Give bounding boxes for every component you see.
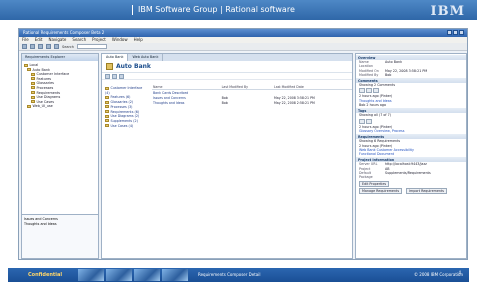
edit-tag-icon[interactable] [366,118,372,124]
folder-icon [105,110,109,114]
folder-icon [24,63,28,67]
menu-help[interactable]: Help [134,37,143,43]
print-icon[interactable] [38,44,43,49]
tags-toolbar [356,118,466,125]
menu-window[interactable]: Window [112,37,128,43]
folder-icon [31,86,35,90]
confidential-label: Confidential [28,272,63,278]
edit-properties-button[interactable]: Edit Properties [359,180,390,187]
menu-navigate[interactable]: Navigate [48,37,66,43]
artifact-table: Name Last Modified By Last Modified Date… [152,84,352,105]
footer-photo [162,269,188,281]
folder-icon [105,124,109,128]
editor-area: Auto Bank Web Auto Bank Auto Bank Custom… [101,53,353,259]
manage-requirements-button[interactable]: Manage Requirements [359,187,403,194]
delete-icon[interactable] [373,88,379,94]
comments-toolbar [356,87,466,94]
folder-icon [105,95,109,99]
save-icon[interactable] [30,44,35,49]
new-icon[interactable] [22,44,27,49]
folder-icon [105,119,109,123]
menu-project[interactable]: Project [92,37,106,43]
requirements-explorer: Requirements Explorer Local Auto Bank Cu… [21,53,99,259]
footer-photo [78,269,104,281]
folder-icon [105,114,109,118]
tab-auto-bank[interactable]: Auto Bank [102,54,129,61]
folder-icon [31,100,35,104]
editor-header: Auto Bank [102,61,352,73]
artifact-name[interactable]: Bank Cards Described [153,91,188,95]
folder-icon [27,104,31,108]
folder-icon [31,81,35,85]
footer-title: Requirements Composer Detail [198,272,261,277]
folder-item[interactable]: Customer Interface (4) [105,86,145,95]
project-icon [106,63,113,70]
table-row[interactable]: Thoughts and Ideas Bob May 22, 2008 2:58… [152,100,352,105]
editor-toolbar [102,73,352,80]
window-titlebar: Rational Requirements Composer Beta 2 [19,29,467,37]
slide-header-title: IBM Software Group | Rational software [138,5,295,14]
editor-title: Auto Bank [116,63,151,70]
requirement-link[interactable]: Functional Document [356,152,466,156]
menu-file[interactable]: File [22,37,29,43]
folder-icon [31,77,35,81]
new-artifact-icon[interactable] [105,74,110,79]
tag-link[interactable]: Glossary Overview, Process [356,129,466,133]
tab-web-auto-bank[interactable]: Web Auto Bank [128,54,164,61]
main-toolbar: Search [19,43,467,51]
ibm-logo: IBM [430,4,465,19]
slide-footer: Confidential Requirements Composer Detai… [8,268,469,282]
add-tag-icon[interactable] [359,118,365,124]
folder-icon [105,86,109,90]
copyright: © 2008 IBM Corporation [414,272,463,277]
minimize-icon[interactable] [447,30,452,35]
modified-date: May 22, 2008 2:58:21 PM [273,100,315,105]
folder-item[interactable]: Use Cases (4) [105,124,145,129]
tree-item[interactable]: Web_UI_use [24,104,98,109]
add-comment-icon[interactable] [359,88,365,94]
folder-icon [31,95,35,99]
project-tree: Local Auto Bank Customer Interface Featu… [22,61,98,109]
folder-icon [105,100,109,104]
menu-edit[interactable]: Edit [35,37,43,43]
close-icon[interactable] [459,30,464,35]
refresh-icon[interactable] [112,74,117,79]
overview-row: Modified By Bob [359,72,392,77]
footer-photo-strip [78,269,188,281]
modified-by: Bob [221,100,228,105]
import-requirements-button[interactable]: Import Requirements [406,187,447,194]
folder-icon [31,72,35,76]
search-input[interactable] [77,44,108,49]
list-item[interactable]: Thoughts and Ideas [24,222,96,227]
info-row: Default Package Supplements/Requirements [359,171,431,180]
menu-search[interactable]: Search [72,37,86,43]
explorer-title: Requirements Explorer [22,54,98,61]
properties-sidebar: Overview Name Auto Bank Location Modified… [355,53,467,259]
folder-list: Customer Interface (4) Features (6) Glos… [105,86,145,128]
reply-icon[interactable] [366,88,372,94]
window-controls [447,30,464,35]
footer-photo [134,269,160,281]
footer-photo [106,269,132,281]
back-icon[interactable] [46,44,51,49]
header-separator [132,5,133,15]
window-title: Rational Requirements Composer Beta 2 [23,30,105,35]
comment-meta: Bob 2 hours ago [359,103,387,108]
explorer-bottom-panel: Issues and Concerns Thoughts and Ideas [22,214,98,258]
forward-icon[interactable] [54,44,59,49]
search-label: Search [62,44,75,49]
application-window: Rational Requirements Composer Beta 2 Fi… [18,28,468,260]
artifact-name[interactable]: Thoughts and Ideas [153,101,184,105]
folder-icon [27,68,31,72]
filter-icon[interactable] [119,74,124,79]
slide-header: IBM Software Group | Rational software I… [0,0,477,20]
maximize-icon[interactable] [453,30,458,35]
folder-icon [31,91,35,95]
folder-icon [105,105,109,109]
editor-tabs: Auto Bank Web Auto Bank [102,54,352,61]
artifact-name[interactable]: Issues and Concerns [153,96,186,100]
